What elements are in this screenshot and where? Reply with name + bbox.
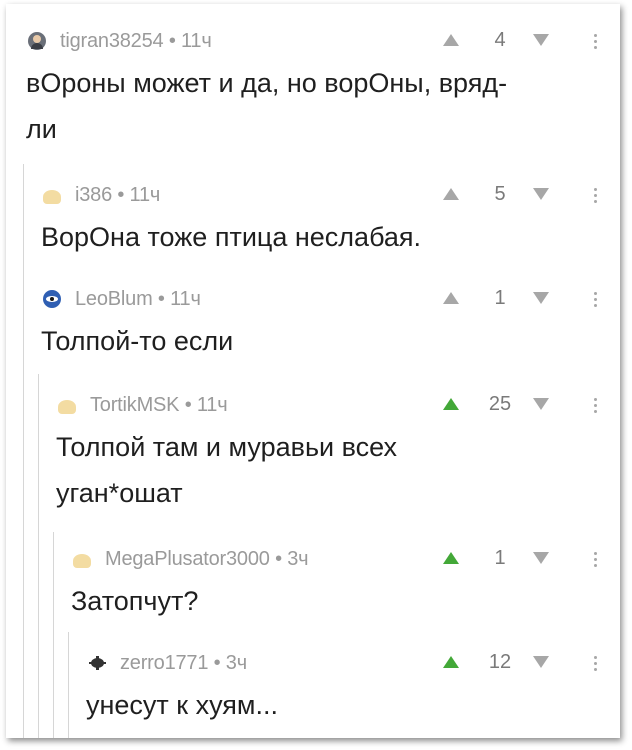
eye-avatar-icon[interactable] [43,290,61,308]
comment-score: 1 [494,547,506,569]
upvote-icon[interactable] [443,188,459,200]
comment-score: 12 [488,651,512,673]
downvote-icon[interactable] [533,552,549,564]
username[interactable]: LeoBlum [75,288,153,310]
downvote-icon[interactable] [533,188,549,200]
comment-time[interactable]: 3ч [226,652,247,674]
thread-line[interactable] [23,164,24,738]
username[interactable]: tigran38254 [60,30,164,52]
comment-text-line: Толпой там и муравьи всех [56,432,398,462]
comment-text-line: ВорОна тоже птица неслабая. [41,222,422,252]
username[interactable]: TortikMSK [90,394,180,416]
bug-avatar-icon[interactable] [88,654,106,672]
user-photo-icon[interactable] [28,32,46,50]
comment-text: Толпой-то если [41,318,233,364]
comment-header: LeoBlum • 11ч [43,284,201,314]
comment-meta: tigran38254 • 11ч [60,30,212,53]
comment-meta: MegaPlusator3000 • 3ч [105,547,309,571]
comment-text: вОроны может и да, но ворОны, вряд- ли [26,60,507,152]
more-options-icon[interactable] [594,34,598,52]
thread-line[interactable] [53,532,54,738]
comment-time[interactable]: 11ч [130,184,161,206]
comment-time[interactable]: 11ч [197,394,228,416]
comment-text: ВорОна тоже птица неслабая. [41,214,421,260]
meta-separator: • [117,183,125,206]
comment-text-line: вОроны может и да, но ворОны, вряд- [26,68,508,98]
more-options-icon[interactable] [594,552,598,570]
comment-meta: TortikMSK • 11ч [90,393,228,417]
comment-text-line: унесут к хуям... [86,690,278,720]
comment-header: zerro1771 • 3ч [88,648,247,678]
comment-text: Затопчут? [71,578,198,624]
meta-separator: • [275,547,282,570]
username[interactable]: i386 [75,184,112,206]
comment-header: MegaPlusator3000 • 3ч [73,544,309,574]
comment-text-line: уган*ошат [56,478,183,508]
more-options-icon[interactable] [594,398,598,416]
more-options-icon[interactable] [594,292,598,310]
meta-separator: • [168,29,176,52]
more-options-icon[interactable] [594,656,598,674]
comment-score: 1 [494,287,506,309]
downvote-icon[interactable] [533,656,549,668]
comment-time[interactable]: 11ч [170,288,201,310]
default-avatar-icon[interactable] [58,400,76,414]
upvote-icon[interactable] [443,656,459,668]
comment-text-line: Толпой-то если [41,326,234,356]
comment-meta: i386 • 11ч [75,184,160,207]
more-options-icon[interactable] [594,188,598,206]
comment-meta: LeoBlum • 11ч [75,288,201,311]
comment-time[interactable]: 3ч [287,548,308,570]
comment-text-line: Затопчут? [71,586,199,616]
comment-meta: zerro1771 • 3ч [120,652,247,675]
upvote-icon[interactable] [443,398,459,410]
comment-score: 25 [488,393,512,415]
comment-header: tigran38254 • 11ч [28,26,212,56]
upvote-icon[interactable] [443,34,459,46]
meta-separator: • [184,393,192,416]
comment-text-line: ли [26,114,57,144]
comment-score: 4 [494,29,506,51]
comment-text: Толпой там и муравьи всех уган*ошат [56,424,397,516]
comment-time[interactable]: 11ч [181,30,212,52]
meta-separator: • [157,287,165,310]
username[interactable]: MegaPlusator3000 [105,548,270,570]
downvote-icon[interactable] [533,398,549,410]
downvote-icon[interactable] [533,34,549,46]
thread-line[interactable] [38,374,39,738]
comment-header: TortikMSK • 11ч [58,390,228,420]
comment-thread: tigran38254 • 11ч 4 вОроны может и да, н… [6,4,620,738]
downvote-icon[interactable] [533,292,549,304]
default-avatar-icon[interactable] [43,190,61,204]
upvote-icon[interactable] [443,292,459,304]
comment-score: 5 [494,183,506,205]
comment-text: унесут к хуям... [86,682,278,728]
default-avatar-icon[interactable] [73,554,91,568]
comment-header: i386 • 11ч [43,180,160,210]
meta-separator: • [213,651,221,674]
upvote-icon[interactable] [443,552,459,564]
username[interactable]: zerro1771 [120,652,208,674]
thread-line[interactable] [68,632,69,738]
